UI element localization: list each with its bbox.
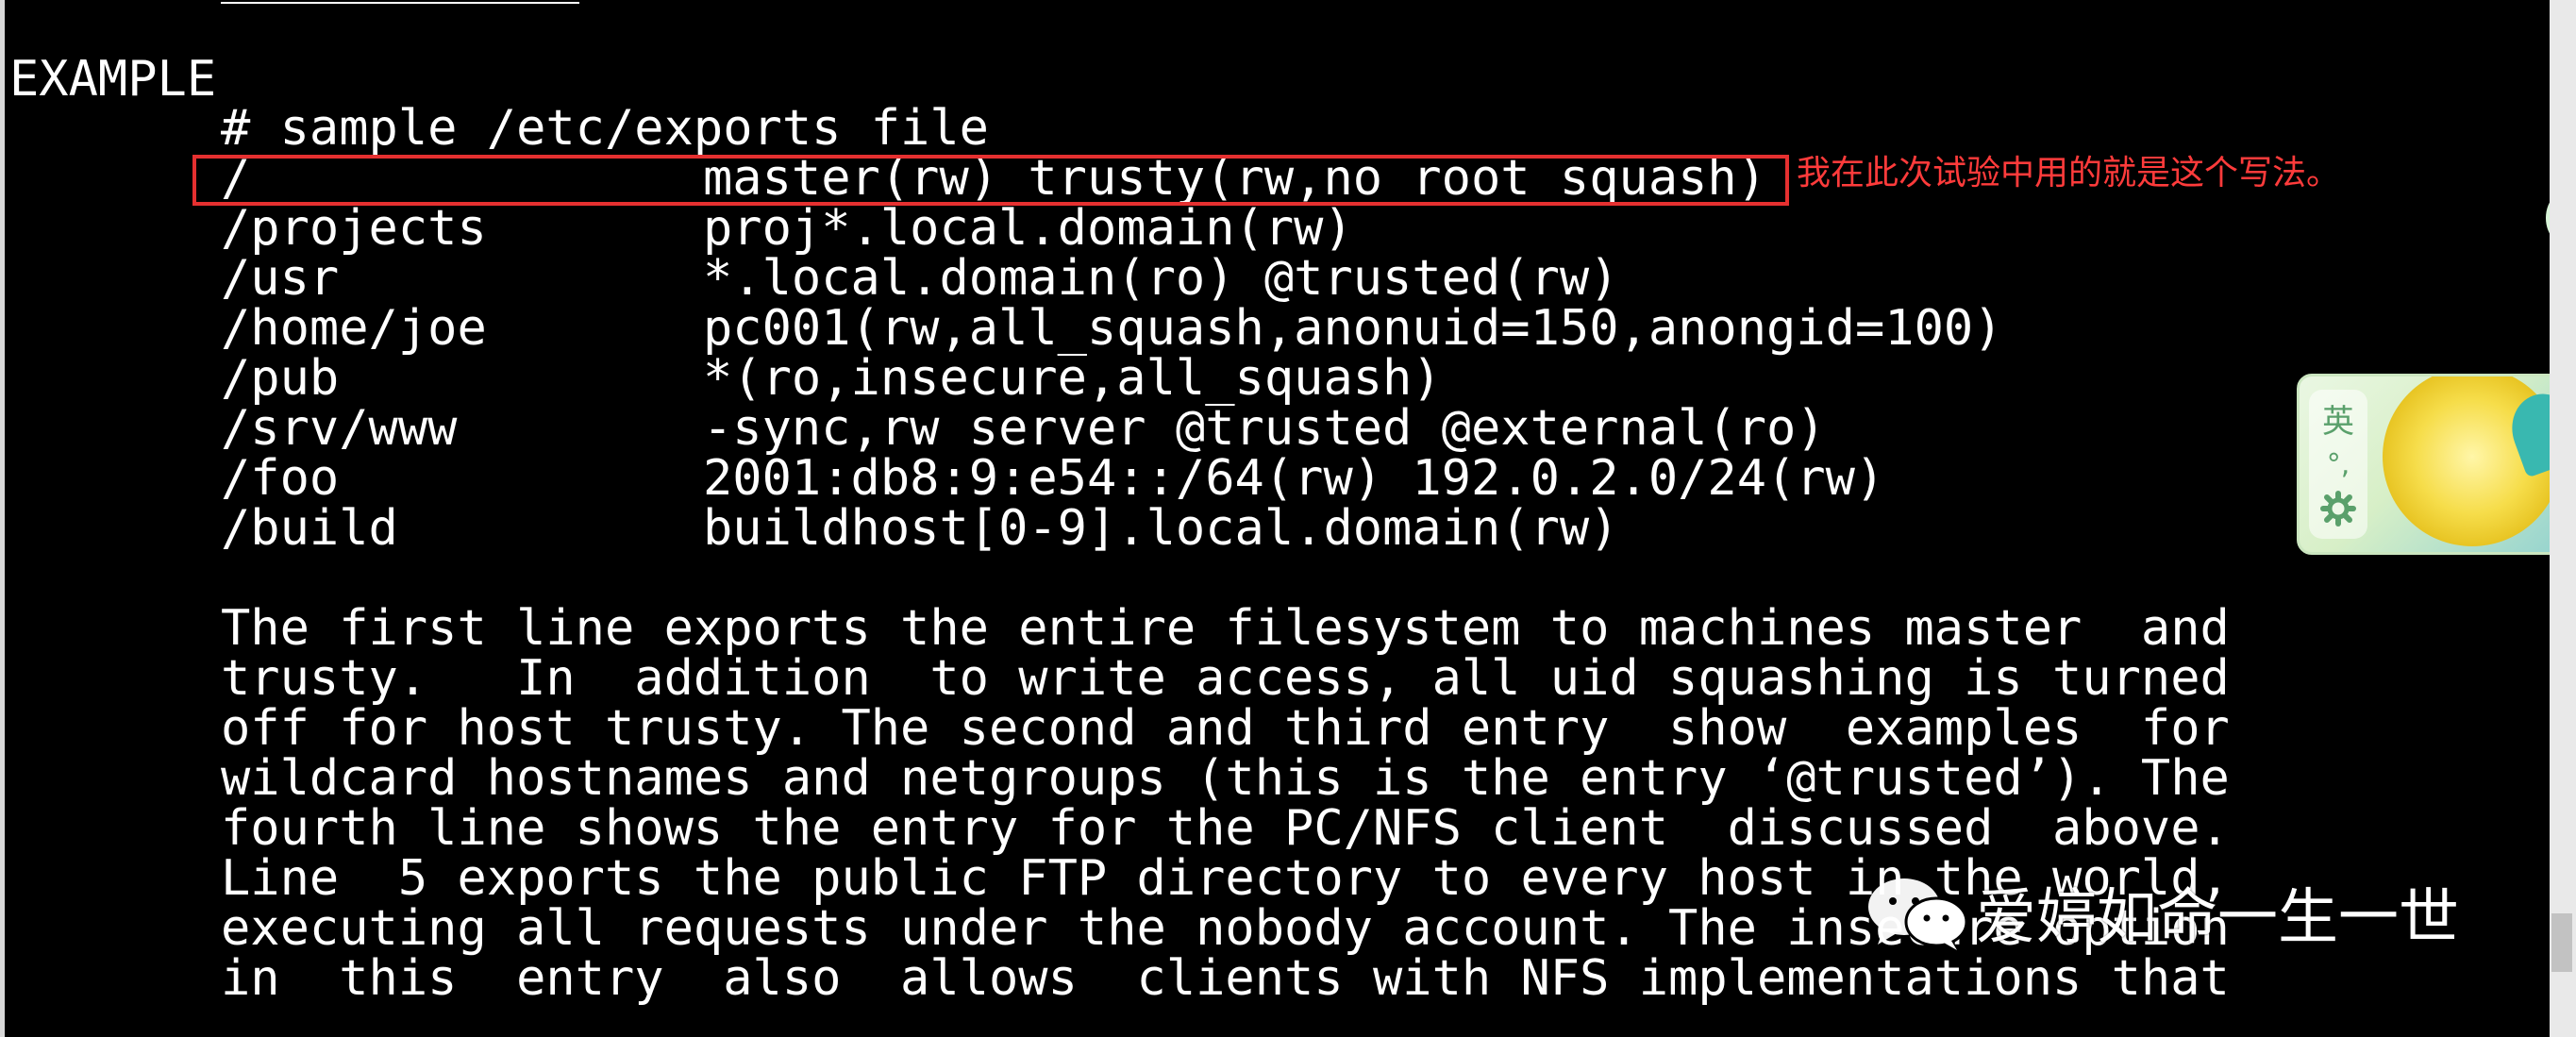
export-options: pc001(rw,all_squash,anonuid=150,anongid=…: [703, 300, 2003, 357]
example-heading: EXAMPLE: [9, 51, 217, 108]
terminal-screen: EXAMPLE # sample /etc/exports file / mas…: [0, 0, 2576, 1037]
scrollbar-thumb[interactable]: [2551, 913, 2572, 972]
wechat-icon: [1865, 875, 1970, 950]
previous-line-fragment: [221, 0, 579, 4]
paragraph-line: The first line exports the entire filesy…: [221, 600, 2230, 657]
export-path: /usr: [221, 250, 340, 307]
export-path: /srv/www: [221, 400, 458, 457]
export-options: buildhost[0-9].local.domain(rw): [703, 500, 1619, 557]
paragraph-line: off for host trusty. The second and thir…: [221, 700, 2230, 757]
watermark-text: 爱婷如命一生一世: [1976, 883, 2459, 953]
export-options: 2001:db8:9:e54::/64(rw) 192.0.2.0/24(rw): [703, 450, 1885, 507]
annotation-note: 我在此次试验中用的就是这个写法。: [1797, 154, 2341, 192]
paragraph-line: trusty. In addition to write access, all…: [221, 650, 2230, 707]
paragraph-line: wildcard hostnames and netgroups (this i…: [221, 750, 2230, 807]
highlight-box: [192, 155, 1789, 206]
export-options: *.local.domain(ro) @trusted(rw): [703, 250, 1619, 307]
export-path: /home/joe: [221, 300, 487, 357]
export-path: /projects: [221, 200, 487, 257]
gear-icon[interactable]: [2309, 490, 2367, 531]
watermark: 爱婷如命一生一世: [1865, 870, 2459, 955]
export-path: /build: [221, 500, 398, 557]
scrollbar-track[interactable]: [2550, 0, 2576, 1037]
paragraph-line: fourth line shows the entry for the PC/N…: [221, 800, 2230, 857]
export-path: /pub: [221, 350, 340, 407]
language-toggle[interactable]: 英: [2309, 395, 2367, 442]
ime-widget[interactable]: 英 °,: [2297, 374, 2576, 555]
export-options: *(ro,insecure,all_squash): [703, 350, 1442, 407]
paragraph-line: in this entry also allows clients with N…: [221, 950, 2230, 1007]
punctuation-toggle[interactable]: °,: [2309, 448, 2367, 481]
export-options: proj*.local.domain(rw): [703, 200, 1353, 257]
ime-toolbar: 英 °,: [2309, 390, 2367, 539]
exports-comment: # sample /etc/exports file: [221, 100, 989, 157]
export-path: /foo: [221, 450, 340, 507]
export-options: -sync,rw server @trusted @external(ro): [703, 400, 1826, 457]
window-left-border: [0, 0, 5, 1037]
